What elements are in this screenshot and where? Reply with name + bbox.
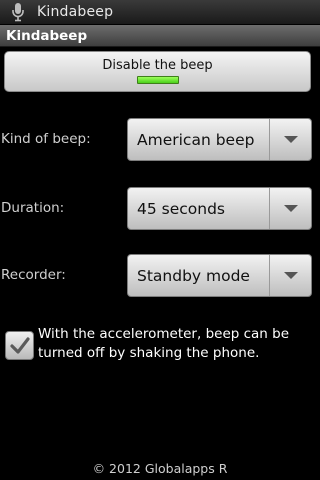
duration-dropdown-icon — [269, 188, 311, 229]
app-title: Kindabeep — [6, 27, 88, 44]
recorder-spinner[interactable]: Standby mode — [127, 254, 312, 297]
recorder-label: Recorder: — [1, 267, 66, 283]
kind-of-beep-label: Kind of beep: — [1, 131, 91, 147]
duration-value: 45 seconds — [137, 199, 226, 218]
app-screen: Kindabeep Kindabeep Disable the beep Kin… — [0, 0, 320, 480]
beep-on-indicator — [136, 76, 179, 84]
microphone-icon — [9, 1, 27, 23]
accelerometer-checkbox[interactable] — [5, 331, 34, 360]
checkmark-icon — [9, 336, 30, 354]
accelerometer-description: With the accelerometer, beep can be turn… — [38, 326, 290, 361]
recorder-dropdown-icon — [269, 255, 311, 296]
copyright-footer: © 2012 Globalapps R — [92, 461, 228, 476]
kind-of-beep-dropdown-icon — [269, 119, 311, 160]
title-bar: Kindabeep — [0, 25, 320, 47]
duration-label: Duration: — [1, 200, 65, 216]
disable-beep-button-label: Disable the beep — [102, 58, 213, 73]
disable-beep-button[interactable]: Disable the beep — [4, 51, 311, 92]
status-bar-title: Kindabeep — [37, 4, 114, 20]
status-bar: Kindabeep — [0, 0, 320, 25]
recorder-value: Standby mode — [137, 266, 250, 285]
kind-of-beep-spinner[interactable]: American beep — [127, 118, 312, 161]
duration-spinner[interactable]: 45 seconds — [127, 187, 312, 230]
kind-of-beep-value: American beep — [137, 130, 255, 149]
